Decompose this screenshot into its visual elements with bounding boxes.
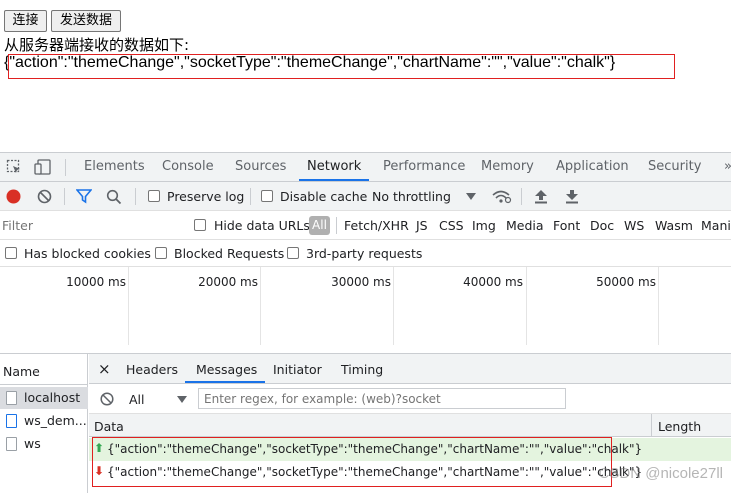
request-name: ws xyxy=(24,436,41,451)
blocked-filter-bar: Has blocked cookies Blocked Requests 3rd… xyxy=(0,240,731,267)
import-har-icon[interactable] xyxy=(534,189,548,204)
type-filter-ws[interactable]: WS xyxy=(624,218,644,233)
tab-console[interactable]: Console xyxy=(162,159,214,174)
message-row-sent[interactable]: ⬆ {"action":"themeChange","socketType":"… xyxy=(89,438,731,461)
tab-application[interactable]: Application xyxy=(556,159,629,174)
filter-bar: Hide data URLs All Fetch/XHR JS CSS Img … xyxy=(0,211,731,240)
filter-input[interactable] xyxy=(2,215,180,236)
devtools-panel: Elements Console Sources Network Perform… xyxy=(0,152,731,493)
record-icon[interactable] xyxy=(6,189,21,204)
message-filter-bar: All xyxy=(89,384,731,414)
request-row[interactable]: localhost xyxy=(0,387,88,409)
message-regex-input[interactable] xyxy=(198,388,566,409)
clear-messages-icon[interactable] xyxy=(100,392,114,406)
type-filter-all[interactable]: All xyxy=(309,216,330,235)
name-column-header: Name xyxy=(3,364,40,379)
chevron-down-icon[interactable] xyxy=(177,396,187,404)
more-tabs-icon[interactable]: » xyxy=(724,159,731,174)
detail-tab-messages[interactable]: Messages xyxy=(196,362,257,377)
network-toolbar: Preserve log Disable cache No throttling xyxy=(0,182,731,211)
type-filter-media[interactable]: Media xyxy=(506,218,544,233)
request-list-header[interactable]: Name xyxy=(0,361,88,385)
tab-performance[interactable]: Performance xyxy=(383,159,465,174)
request-row[interactable]: ws_dem... xyxy=(0,410,88,432)
detail-tab-headers[interactable]: Headers xyxy=(126,362,178,377)
timeline-tick: 40000 ms xyxy=(463,275,523,289)
received-data-text: {"action":"themeChange","socketType":"th… xyxy=(4,54,616,71)
tab-elements[interactable]: Elements xyxy=(84,159,145,174)
detail-tab-indicator xyxy=(185,381,265,383)
message-data: {"action":"themeChange","socketType":"th… xyxy=(107,465,643,479)
inspect-element-icon[interactable] xyxy=(6,159,22,175)
type-filter-wasm[interactable]: Wasm xyxy=(655,218,693,233)
document-icon xyxy=(6,414,17,428)
request-name: localhost xyxy=(24,390,81,405)
chevron-down-icon[interactable] xyxy=(466,193,476,201)
arrow-down-icon: ⬇ xyxy=(94,464,105,478)
search-icon[interactable] xyxy=(106,189,122,205)
file-icon xyxy=(6,391,17,405)
active-tab-indicator xyxy=(299,179,369,181)
type-filter-font[interactable]: Font xyxy=(553,218,580,233)
message-data: {"action":"themeChange","socketType":"th… xyxy=(107,442,643,456)
request-name: ws_dem... xyxy=(24,413,87,428)
clear-icon[interactable] xyxy=(37,189,52,204)
export-har-icon[interactable] xyxy=(565,189,579,204)
timeline-tick: 20000 ms xyxy=(198,275,258,289)
tab-sources[interactable]: Sources xyxy=(235,159,286,174)
has-blocked-cookies-checkbox[interactable] xyxy=(5,247,17,259)
type-filter-manifest[interactable]: Mani xyxy=(701,218,731,233)
send-data-button[interactable]: 发送数据 xyxy=(51,10,121,32)
timeline-overview[interactable]: 10000 ms 20000 ms 30000 ms 40000 ms 5000… xyxy=(0,267,731,354)
third-party-requests-checkbox[interactable] xyxy=(287,247,299,259)
request-list: Name localhost ws_dem... ws xyxy=(0,354,88,493)
has-blocked-cookies-label: Has blocked cookies xyxy=(24,246,151,261)
arrow-up-icon: ⬆ xyxy=(94,441,105,455)
close-icon[interactable]: × xyxy=(98,360,111,378)
network-conditions-icon[interactable] xyxy=(492,189,512,204)
watermark: CSDN @nicole27ll xyxy=(598,465,723,482)
preserve-log-label: Preserve log xyxy=(167,189,245,204)
device-toolbar-icon[interactable] xyxy=(34,159,52,175)
detail-tab-bar: × Headers Messages Initiator Timing xyxy=(89,354,731,384)
disable-cache-checkbox[interactable] xyxy=(261,190,273,202)
timeline-tick: 50000 ms xyxy=(596,275,656,289)
file-icon xyxy=(6,437,17,451)
tab-memory[interactable]: Memory xyxy=(481,159,534,174)
preserve-log-checkbox[interactable] xyxy=(148,190,160,202)
connect-button[interactable]: 连接 xyxy=(4,10,47,32)
disable-cache-label: Disable cache xyxy=(280,189,368,204)
blocked-requests-label: Blocked Requests xyxy=(174,246,285,261)
received-data-label: 从服务器端接收的数据如下: xyxy=(4,36,190,54)
data-column-header[interactable]: Data xyxy=(94,419,124,434)
type-filter-css[interactable]: CSS xyxy=(439,218,464,233)
messages-column-header: Data Length xyxy=(89,414,731,437)
blocked-requests-checkbox[interactable] xyxy=(155,247,167,259)
request-row[interactable]: ws xyxy=(0,433,88,455)
tab-network[interactable]: Network xyxy=(307,159,361,174)
message-type-select[interactable]: All xyxy=(129,392,145,407)
tab-security[interactable]: Security xyxy=(648,159,701,174)
timeline-tick: 30000 ms xyxy=(331,275,391,289)
hide-data-urls-label: Hide data URLs xyxy=(214,218,310,233)
timeline-tick: 10000 ms xyxy=(66,275,126,289)
type-filter-doc[interactable]: Doc xyxy=(590,218,614,233)
third-party-requests-label: 3rd-party requests xyxy=(306,246,423,261)
type-filter-js[interactable]: JS xyxy=(416,218,428,233)
detail-tab-initiator[interactable]: Initiator xyxy=(273,362,322,377)
throttling-select[interactable]: No throttling xyxy=(372,189,451,204)
type-filter-fetch-xhr[interactable]: Fetch/XHR xyxy=(344,218,409,233)
filter-icon[interactable] xyxy=(76,189,92,204)
length-column-header[interactable]: Length xyxy=(658,419,701,434)
type-filter-img[interactable]: Img xyxy=(472,218,496,233)
detail-tab-timing[interactable]: Timing xyxy=(341,362,383,377)
devtools-tab-bar: Elements Console Sources Network Perform… xyxy=(0,153,731,182)
hide-data-urls-checkbox[interactable] xyxy=(194,219,206,231)
